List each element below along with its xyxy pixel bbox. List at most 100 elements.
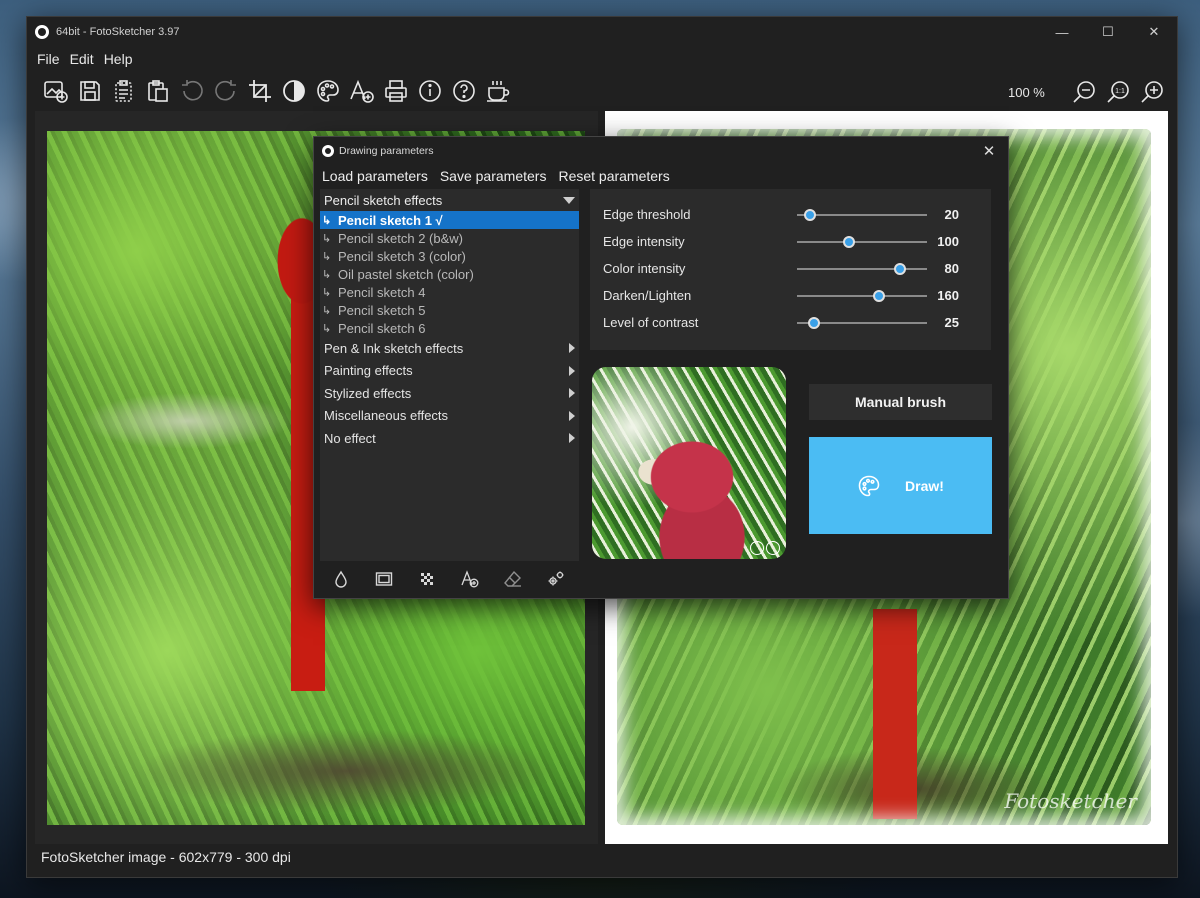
slider-thumb[interactable]	[804, 208, 816, 221]
zoom-actual-size-button[interactable]: 1:1	[1101, 75, 1135, 109]
effect-preview[interactable]	[592, 367, 786, 559]
reset-parameters-menu[interactable]: Reset parameters	[558, 168, 669, 184]
chevron-right-icon	[569, 343, 575, 354]
slider-thumb[interactable]	[843, 235, 855, 248]
parameter-row: Darken/Lighten 160	[590, 282, 991, 309]
add-text-button[interactable]	[453, 567, 487, 591]
menubar: File Edit Help	[27, 47, 1177, 71]
close-button[interactable]: ✕	[1131, 17, 1177, 47]
load-parameters-menu[interactable]: Load parameters	[322, 168, 428, 184]
redo-button[interactable]	[209, 74, 243, 108]
redo-icon	[215, 80, 236, 101]
parameter-slider[interactable]	[797, 316, 927, 329]
effect-item-pencil-sketch-2[interactable]: ↳ Pencil sketch 2 (b&w)	[320, 229, 579, 247]
undo-button[interactable]	[175, 74, 209, 108]
parameter-value: 25	[944, 315, 959, 330]
menu-help[interactable]: Help	[104, 51, 133, 67]
save-icon	[80, 81, 100, 101]
effect-category-label: No effect	[324, 430, 376, 446]
zoom-out-icon	[1073, 81, 1095, 103]
zoom-out-button[interactable]	[1067, 75, 1101, 109]
palette-icon	[858, 475, 880, 496]
subitem-arrow-icon: ↳	[322, 250, 332, 263]
frame-button[interactable]	[367, 567, 401, 591]
copy-to-clipboard-button[interactable]	[107, 74, 141, 108]
settings-button[interactable]	[539, 567, 573, 591]
menu-file[interactable]: File	[37, 51, 60, 67]
effect-item-label: Pencil sketch 4	[338, 284, 426, 300]
chevron-down-icon	[563, 196, 575, 204]
parameter-label: Edge intensity	[603, 234, 685, 249]
slider-thumb[interactable]	[893, 262, 906, 275]
menu-edit[interactable]: Edit	[70, 51, 94, 67]
effect-item-pencil-sketch-6[interactable]: ↳ Pencil sketch 6	[320, 319, 579, 337]
subitem-arrow-icon: ↳	[322, 304, 332, 317]
effect-category-label: Pen & Ink sketch effects	[324, 340, 464, 356]
parameter-slider[interactable]	[797, 289, 927, 302]
donate-coffee-button[interactable]	[481, 74, 515, 108]
effect-item-oil-pastel[interactable]: ↳ Oil pastel sketch (color)	[320, 265, 579, 283]
chevron-right-icon	[569, 388, 575, 399]
zoom-in-button[interactable]	[1135, 75, 1169, 109]
effect-item-pencil-sketch-4[interactable]: ↳ Pencil sketch 4	[320, 283, 579, 301]
preview-zoom-out-icon[interactable]	[750, 541, 764, 555]
add-text-button[interactable]	[345, 74, 379, 108]
effect-item-pencil-sketch-5[interactable]: ↳ Pencil sketch 5	[320, 301, 579, 319]
crop-button[interactable]	[243, 74, 277, 108]
parameters-panel: Edge threshold 20 Edge intensity 100 Color i…	[590, 189, 991, 350]
dialog-close-button[interactable]: ✕	[970, 137, 1008, 165]
effect-category-pen-ink[interactable]: Pen & Ink sketch effects	[320, 337, 579, 360]
eraser-button[interactable]	[496, 567, 530, 591]
effect-item-label: Pencil sketch 3 (color)	[338, 248, 466, 264]
palette-button[interactable]	[311, 74, 345, 108]
maximize-button[interactable]: ☐	[1085, 17, 1131, 47]
save-parameters-menu[interactable]: Save parameters	[440, 168, 547, 184]
contrast-button[interactable]	[277, 74, 311, 108]
coffee-icon	[487, 81, 510, 102]
add-text-icon	[350, 79, 374, 103]
crop-icon	[249, 80, 271, 102]
minimize-button[interactable]: —	[1039, 17, 1085, 47]
dialog-logo-icon	[322, 145, 334, 157]
draw-button-label: Draw!	[905, 477, 944, 494]
slider-thumb[interactable]	[872, 289, 885, 302]
help-button[interactable]	[447, 74, 481, 108]
slider-thumb[interactable]	[807, 316, 820, 329]
color-button[interactable]	[324, 567, 358, 591]
window-title: 64bit - FotoSketcher 3.97	[56, 26, 180, 38]
preview-zoom-in-icon[interactable]	[766, 541, 780, 555]
parameter-value: 80	[944, 261, 959, 276]
parameter-slider[interactable]	[797, 235, 927, 248]
zoom-in-icon	[1141, 81, 1163, 103]
effect-item-label: Pencil sketch 6	[338, 320, 426, 336]
parameter-slider[interactable]	[797, 208, 927, 221]
subitem-arrow-icon: ↳	[322, 232, 332, 245]
parameter-slider[interactable]	[797, 262, 927, 275]
copy-to-clipboard-icon	[115, 80, 132, 102]
drawing-parameters-dialog: Drawing parameters ✕ Load parameters Sav…	[313, 136, 1009, 599]
info-icon	[419, 80, 441, 102]
effect-category-miscellaneous[interactable]: Miscellaneous effects	[320, 405, 579, 428]
effect-item-pencil-sketch-1[interactable]: ↳ Pencil sketch 1 √	[320, 211, 579, 229]
effect-item-pencil-sketch-3[interactable]: ↳ Pencil sketch 3 (color)	[320, 247, 579, 265]
droplet-icon	[335, 570, 347, 588]
effect-category-no-effect[interactable]: No effect	[320, 427, 579, 450]
save-button[interactable]	[73, 74, 107, 108]
effect-category-painting[interactable]: Painting effects	[320, 360, 579, 383]
open-image-button[interactable]	[39, 74, 73, 108]
eraser-icon	[504, 570, 521, 587]
chevron-right-icon	[569, 410, 575, 421]
draw-button[interactable]: Draw!	[809, 437, 992, 534]
app-logo-icon	[35, 25, 49, 39]
parameter-row: Color intensity 80	[590, 255, 991, 282]
effect-category-stylized[interactable]: Stylized effects	[320, 382, 579, 405]
print-button[interactable]	[379, 74, 413, 108]
paste-button[interactable]	[141, 74, 175, 108]
preview-zoom-controls	[750, 541, 780, 555]
manual-brush-button[interactable]: Manual brush	[809, 384, 992, 420]
effect-category-label: Miscellaneous effects	[324, 408, 449, 424]
info-button[interactable]	[413, 74, 447, 108]
zoom-level: 100 %	[1008, 85, 1045, 100]
effect-category-pencil[interactable]: Pencil sketch effects	[320, 189, 579, 211]
texture-button[interactable]	[410, 567, 444, 591]
